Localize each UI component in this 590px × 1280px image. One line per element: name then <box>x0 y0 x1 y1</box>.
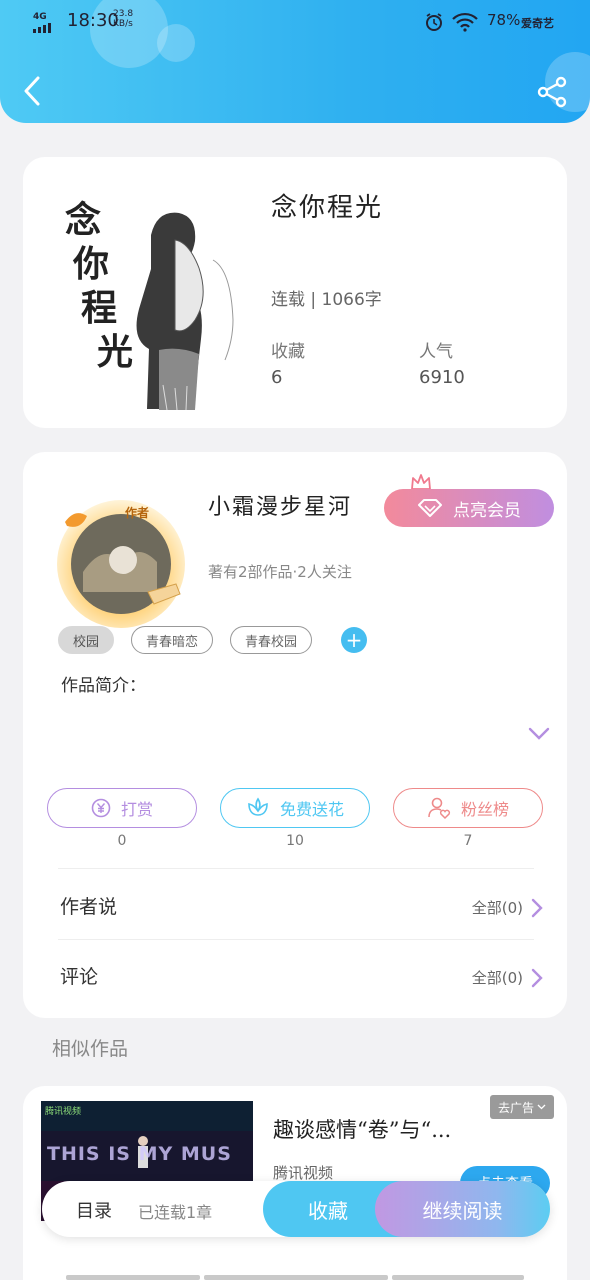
chevron-right-icon <box>531 968 543 987</box>
author-card: 作者 小霜漫步星河 著有2部作品·2人关注 点亮会员 校园 青春暗恋 青春校园 … <box>23 452 567 1018</box>
fan-ranking-label: 粉丝榜 <box>460 800 509 819</box>
flower-icon <box>248 797 268 816</box>
nav-indicator <box>392 1275 524 1280</box>
tip-button[interactable]: 打赏 <box>47 788 197 828</box>
similar-works-title: 相似作品 <box>52 1038 129 1060</box>
author-notes-count: 全部(0) <box>471 899 523 917</box>
comments-count: 全部(0) <box>471 969 523 987</box>
yen-icon <box>91 798 111 818</box>
popularity-label: 人气 <box>419 342 453 362</box>
fan-ranking-button[interactable]: 粉丝榜 <box>393 788 543 828</box>
toc-button[interactable]: 目录 <box>76 1197 112 1223</box>
tip-button-label: 打赏 <box>120 800 153 819</box>
intro-label: 作品简介： <box>61 676 146 696</box>
network-type: 4G <box>33 12 47 22</box>
clock: 18:30 <box>67 10 119 31</box>
favorites-label: 收藏 <box>271 342 305 362</box>
send-flower-button[interactable]: 免费送花 <box>220 788 370 828</box>
book-status: 连载 | 1066字 <box>271 290 382 310</box>
vip-button-label: 点亮会员 <box>453 500 521 521</box>
continue-reading-button[interactable]: 继续阅读 <box>375 1181 550 1237</box>
fan-count: 7 <box>463 833 473 849</box>
nav-indicator <box>204 1275 388 1280</box>
avatar-image <box>57 500 185 628</box>
author-notes-row[interactable]: 作者说 全部(0) <box>23 872 567 938</box>
add-tag-button[interactable]: + <box>341 627 368 653</box>
send-flower-label: 免费送花 <box>279 800 344 819</box>
tag-list: 校园 青春暗恋 青春校园 + <box>58 626 368 654</box>
fan-icon <box>428 797 451 820</box>
remove-ad-label: 去广告 <box>498 1100 535 1115</box>
thumb-banner: THIS IS MY MUS <box>47 1143 232 1165</box>
flower-count: 10 <box>286 833 304 849</box>
comments-row[interactable]: 评论 全部(0) <box>23 942 567 1008</box>
chapter-status: 已连载1章 <box>138 1203 213 1222</box>
network-speed: 23.8 KB/s <box>113 9 134 29</box>
chevron-down-icon <box>537 1104 546 1110</box>
diamond-icon <box>418 499 442 517</box>
thumb-logo: 腾讯视频 <box>45 1107 82 1117</box>
book-title: 念你程光 <box>271 193 384 223</box>
tag-item[interactable]: 校园 <box>58 626 115 654</box>
favorites-value: 6 <box>271 367 283 388</box>
battery-level: 78% <box>487 11 521 29</box>
wifi-icon <box>452 12 478 32</box>
book-info-card: 念 你 程 光 念你程光 连载 | 1066字 收藏 6 人气 6910 <box>23 157 567 428</box>
divider <box>58 868 534 869</box>
tag-item[interactable]: 青春校园 <box>230 626 313 654</box>
author-badge: 作者 <box>125 506 150 520</box>
bottom-action-bar: 目录 已连载1章 收藏 继续阅读 <box>42 1181 550 1237</box>
vip-button[interactable]: 点亮会员 <box>384 489 554 527</box>
share-icon[interactable] <box>535 75 569 109</box>
cover-title-text: 念 你 程 光 <box>65 199 134 373</box>
status-bar: 4G 18:30 23.8 KB/s 78% 爱奇艺 <box>0 8 590 36</box>
divider <box>58 939 534 940</box>
author-notes-title: 作者说 <box>60 896 118 918</box>
alarm-icon <box>426 13 442 31</box>
comments-all[interactable]: 全部(0) <box>472 967 543 988</box>
chevron-right-icon <box>531 898 543 917</box>
author-summary: 著有2部作品·2人关注 <box>208 563 352 581</box>
chevron-down-icon[interactable] <box>528 727 550 741</box>
nav-indicator <box>66 1275 200 1280</box>
author-notes-all[interactable]: 全部(0) <box>472 897 543 918</box>
tip-count: 0 <box>117 833 127 849</box>
book-cover[interactable]: 念 你 程 光 <box>63 180 243 411</box>
popularity-value: 6910 <box>419 367 465 388</box>
signal-icon <box>33 23 51 33</box>
author-avatar[interactable]: 作者 <box>53 492 193 632</box>
author-name[interactable]: 小霜漫步星河 <box>208 489 352 521</box>
comments-title: 评论 <box>60 966 99 988</box>
carrier-label: 爱奇艺 <box>521 17 554 30</box>
tag-item[interactable]: 青春暗恋 <box>131 626 214 654</box>
ad-source: 腾讯视频 <box>273 1164 334 1182</box>
remove-ad-button[interactable]: 去广告 <box>490 1095 555 1119</box>
top-header: 4G 18:30 23.8 KB/s 78% 爱奇艺 <box>0 0 590 123</box>
ad-title[interactable]: 趣谈感情“卷”与“... <box>273 1114 518 1144</box>
back-icon[interactable] <box>20 74 46 108</box>
